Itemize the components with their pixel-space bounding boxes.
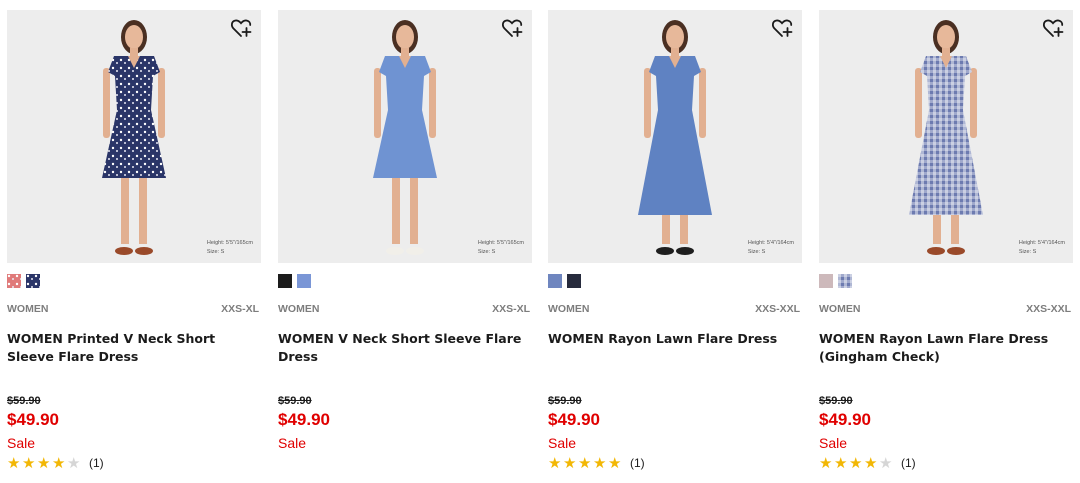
model-figure bbox=[638, 20, 712, 255]
product-image[interactable]: Height: 5'4"/164cm Size: S bbox=[548, 10, 802, 263]
model-photo bbox=[638, 20, 712, 255]
product-name[interactable]: WOMEN Printed V Neck Short Sleeve Flare … bbox=[7, 330, 259, 366]
star-filled-icon: ★ bbox=[849, 454, 863, 472]
product-meta: WOMEN XXS-XXL bbox=[548, 303, 800, 317]
model-caption: Height: 5'5"/165cm Size: S bbox=[206, 240, 253, 255]
model-figure bbox=[909, 20, 983, 255]
model-photo bbox=[373, 20, 437, 255]
original-price: $59.90 bbox=[819, 395, 853, 407]
size-range: XXS-XXL bbox=[755, 303, 800, 315]
product-image[interactable]: Height: 5'4"/164cm Size: S bbox=[819, 10, 1073, 263]
original-price: $59.90 bbox=[7, 395, 41, 407]
sale-price: $49.90 bbox=[278, 410, 330, 429]
star-filled-icon: ★ bbox=[578, 454, 592, 472]
model-figure bbox=[102, 20, 166, 255]
star-empty-icon: ★ bbox=[879, 454, 893, 472]
original-price: $59.90 bbox=[278, 395, 312, 407]
color-swatch[interactable] bbox=[567, 274, 581, 288]
product-name[interactable]: WOMEN V Neck Short Sleeve Flare Dress bbox=[278, 330, 530, 366]
wishlist-heart-plus-icon[interactable] bbox=[1041, 16, 1065, 40]
review-count: (1) bbox=[901, 456, 916, 470]
sale-flag: Sale bbox=[278, 435, 307, 451]
product-grid: Height: 5'5"/165cm Size: S WOMEN XXS-XL … bbox=[0, 0, 1080, 483]
star-filled-icon: ★ bbox=[548, 454, 562, 472]
color-swatch[interactable] bbox=[26, 274, 40, 288]
rating-stars: ★ ★ ★ ★ ★ bbox=[548, 455, 623, 471]
product-meta: WOMEN XXS-XL bbox=[278, 303, 530, 317]
product-card[interactable]: Height: 5'4"/164cm Size: S WOMEN XXS-XXL… bbox=[548, 10, 802, 480]
product-card[interactable]: Height: 5'4"/164cm Size: S WOMEN XXS-XXL… bbox=[819, 10, 1073, 480]
wishlist-heart-plus-icon[interactable] bbox=[229, 16, 253, 40]
size-range: XXS-XL bbox=[492, 303, 530, 315]
review-count: (1) bbox=[89, 456, 104, 470]
product-card[interactable]: Height: 5'5"/165cm Size: S WOMEN XXS-XL … bbox=[7, 10, 261, 480]
wishlist-heart-plus-icon[interactable] bbox=[500, 16, 524, 40]
model-photo bbox=[102, 20, 166, 255]
rating-stars: ★ ★ ★ ★ ★ bbox=[7, 455, 82, 471]
size-range: XXS-XL bbox=[221, 303, 259, 315]
gender-category: WOMEN bbox=[278, 303, 320, 315]
product-meta: WOMEN XXS-XL bbox=[7, 303, 259, 317]
star-filled-icon: ★ bbox=[563, 454, 577, 472]
gender-category: WOMEN bbox=[548, 303, 590, 315]
color-swatch[interactable] bbox=[819, 274, 833, 288]
color-swatch[interactable] bbox=[297, 274, 311, 288]
color-swatches bbox=[819, 274, 852, 288]
rating[interactable]: ★ ★ ★ ★ ★ (1) bbox=[7, 455, 104, 471]
wishlist-heart-plus-icon[interactable] bbox=[770, 16, 794, 40]
sale-price: $49.90 bbox=[819, 410, 871, 429]
star-filled-icon: ★ bbox=[819, 454, 833, 472]
original-price: $59.90 bbox=[548, 395, 582, 407]
review-count: (1) bbox=[630, 456, 645, 470]
star-filled-icon: ★ bbox=[7, 454, 21, 472]
sale-price: $49.90 bbox=[548, 410, 600, 429]
star-filled-icon: ★ bbox=[22, 454, 36, 472]
gender-category: WOMEN bbox=[819, 303, 861, 315]
model-figure bbox=[373, 20, 437, 255]
star-empty-icon: ★ bbox=[67, 454, 81, 472]
sale-flag: Sale bbox=[7, 435, 36, 451]
model-caption: Height: 5'4"/164cm Size: S bbox=[1018, 240, 1065, 255]
product-name[interactable]: WOMEN Rayon Lawn Flare Dress (Gingham Ch… bbox=[819, 330, 1071, 366]
model-caption: Height: 5'4"/164cm Size: S bbox=[747, 240, 794, 255]
model-caption: Height: 5'5"/165cm Size: S bbox=[477, 240, 524, 255]
sale-flag: Sale bbox=[548, 435, 577, 451]
color-swatch[interactable] bbox=[7, 274, 21, 288]
size-range: XXS-XXL bbox=[1026, 303, 1071, 315]
product-name[interactable]: WOMEN Rayon Lawn Flare Dress bbox=[548, 330, 800, 348]
star-filled-icon: ★ bbox=[52, 454, 66, 472]
model-photo bbox=[909, 20, 983, 255]
product-image[interactable]: Height: 5'5"/165cm Size: S bbox=[7, 10, 261, 263]
color-swatch[interactable] bbox=[548, 274, 562, 288]
color-swatches bbox=[278, 274, 311, 288]
rating-stars: ★ ★ ★ ★ ★ bbox=[819, 455, 894, 471]
star-filled-icon: ★ bbox=[37, 454, 51, 472]
star-filled-icon: ★ bbox=[864, 454, 878, 472]
rating[interactable]: ★ ★ ★ ★ ★ (1) bbox=[548, 455, 645, 471]
gender-category: WOMEN bbox=[7, 303, 49, 315]
star-filled-icon: ★ bbox=[593, 454, 607, 472]
color-swatches bbox=[548, 274, 581, 288]
star-filled-icon: ★ bbox=[608, 454, 622, 472]
color-swatches bbox=[7, 274, 40, 288]
product-meta: WOMEN XXS-XXL bbox=[819, 303, 1071, 317]
sale-price: $49.90 bbox=[7, 410, 59, 429]
color-swatch[interactable] bbox=[838, 274, 852, 288]
rating[interactable]: ★ ★ ★ ★ ★ (1) bbox=[819, 455, 916, 471]
color-swatch[interactable] bbox=[278, 274, 292, 288]
product-image[interactable]: Height: 5'5"/165cm Size: S bbox=[278, 10, 532, 263]
sale-flag: Sale bbox=[819, 435, 848, 451]
product-card[interactable]: Height: 5'5"/165cm Size: S WOMEN XXS-XL … bbox=[278, 10, 532, 480]
star-filled-icon: ★ bbox=[834, 454, 848, 472]
rating[interactable] bbox=[278, 455, 285, 471]
